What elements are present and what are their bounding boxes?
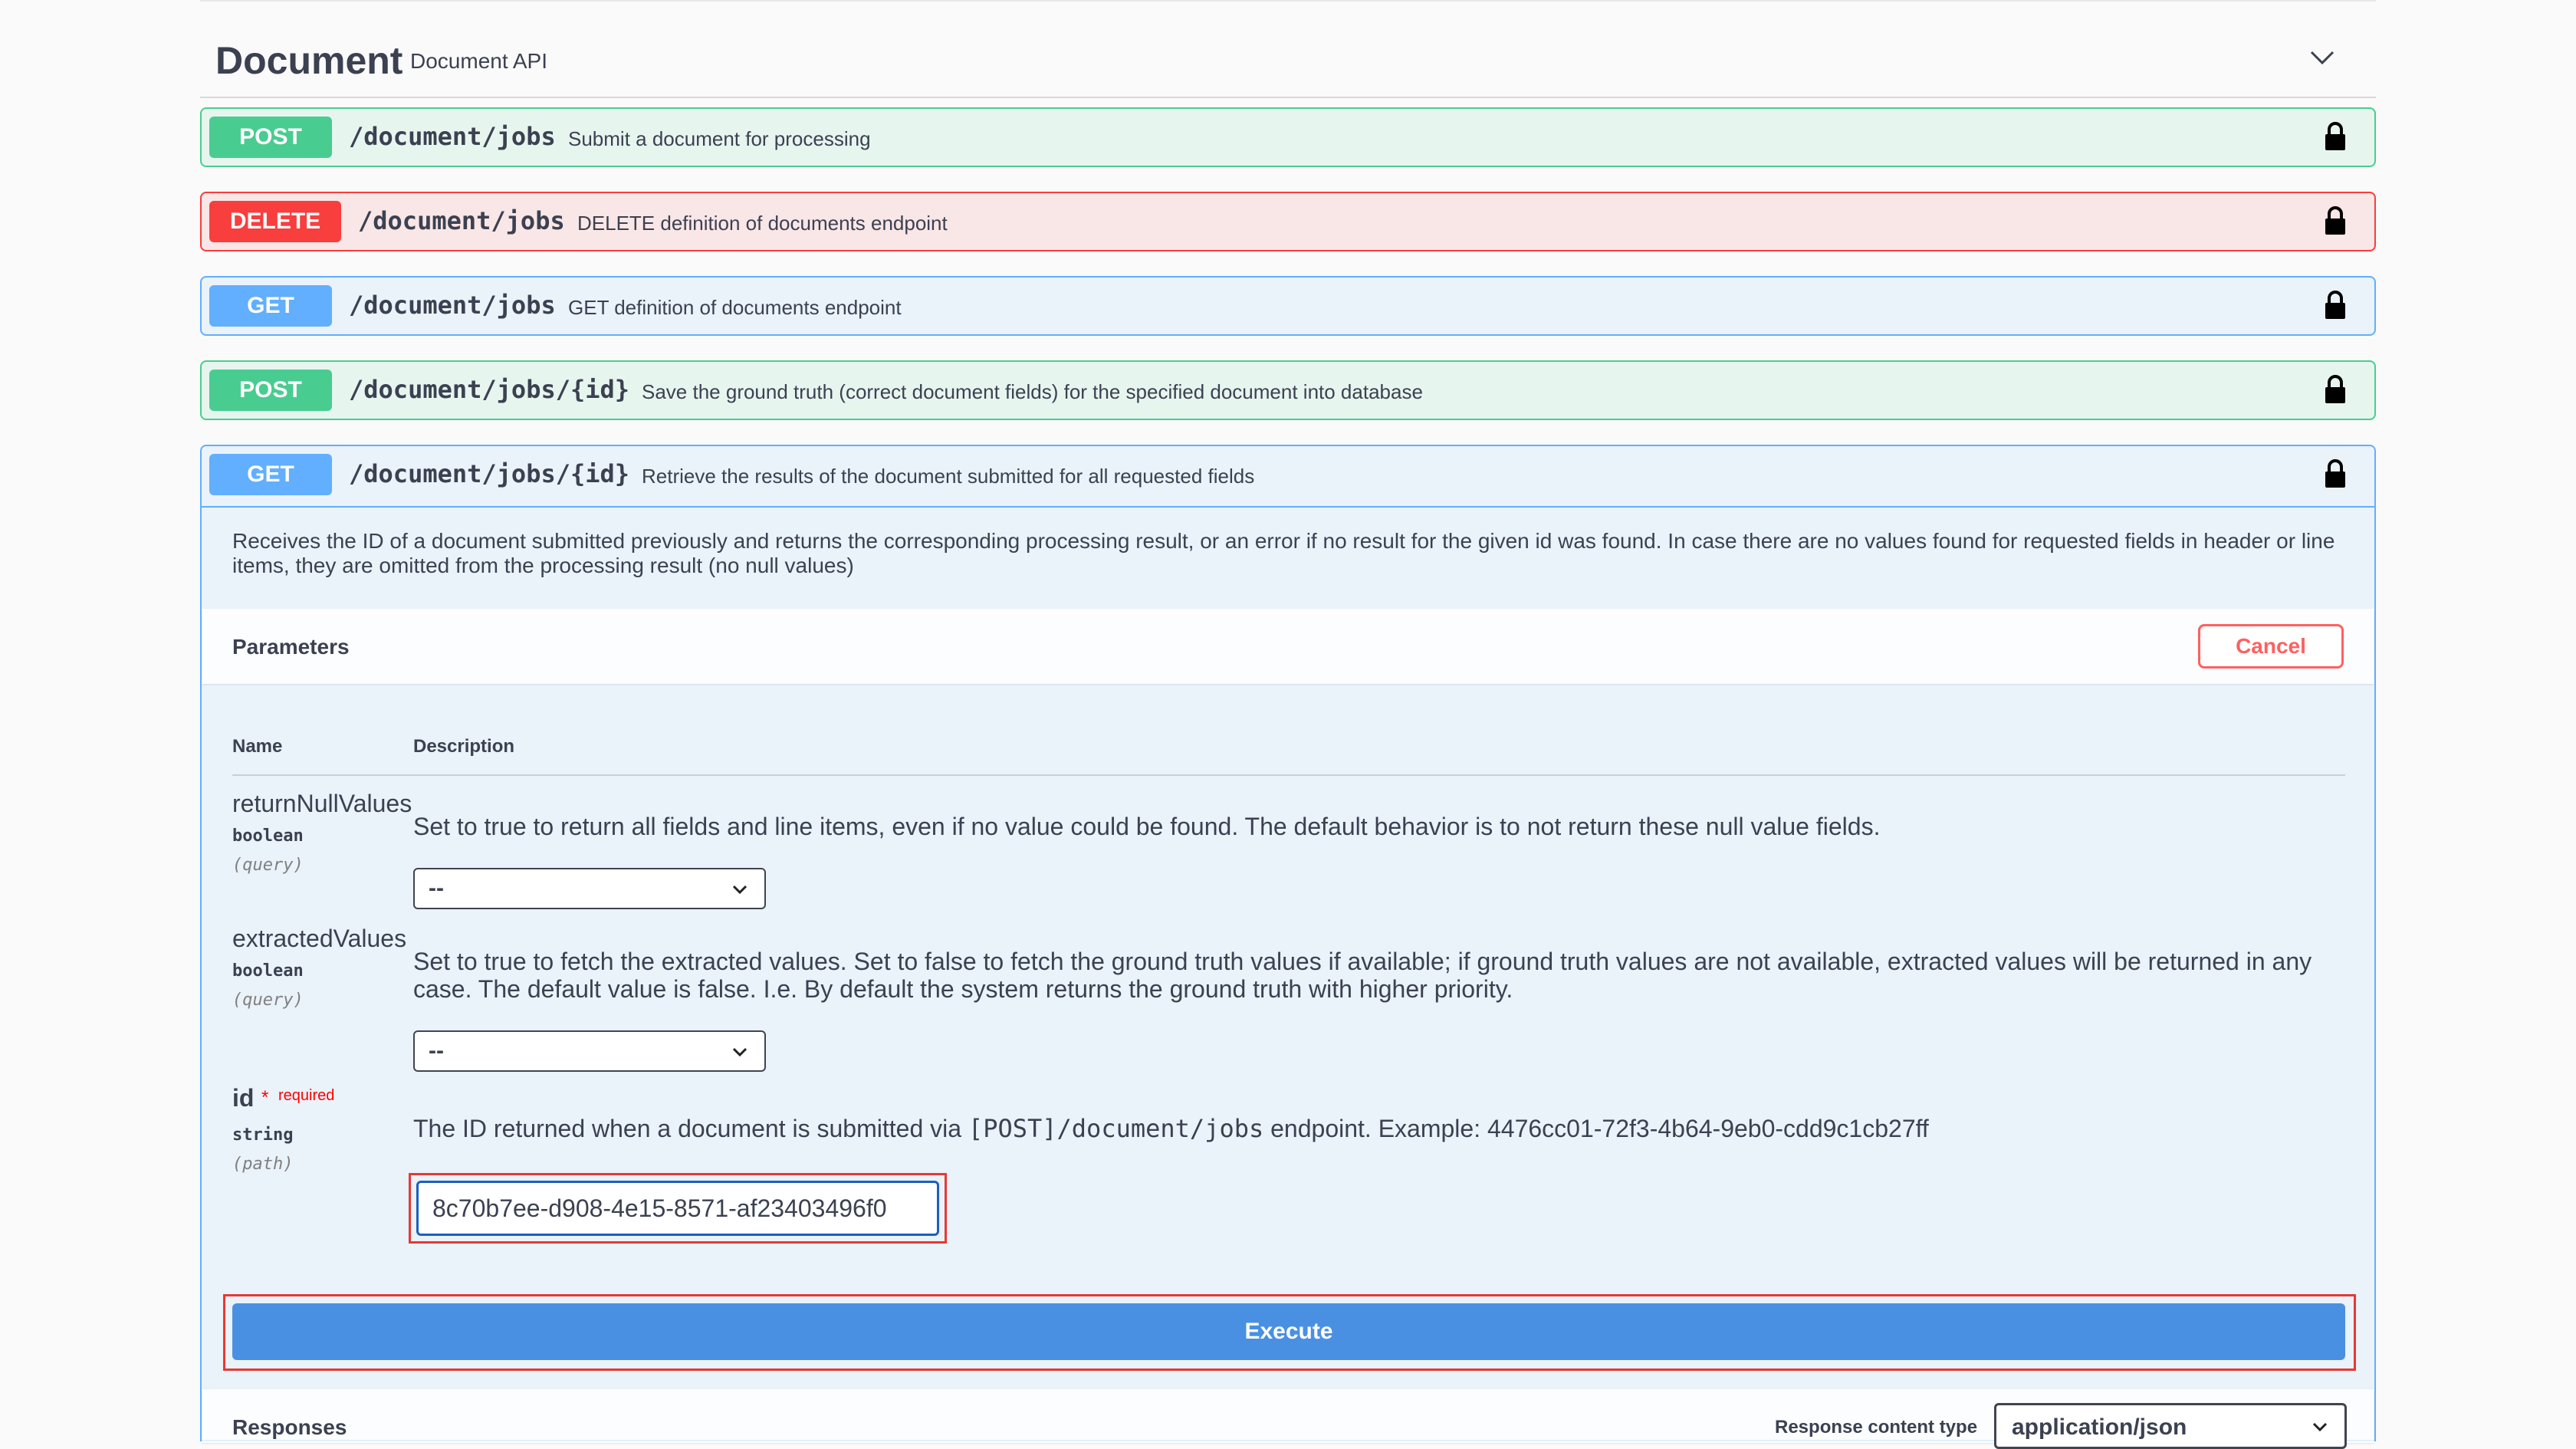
method-badge: DELETE [209,201,341,242]
param-description-text: The ID returned when a document is submi… [413,1115,968,1142]
operation-delete-document-jobs[interactable]: DELETE /document/jobs DELETE definition … [200,192,2376,251]
id-input[interactable]: 8c70b7ee-d908-4e15-8571-af23403496f0 [416,1181,939,1236]
parameters-bar: Parameters Cancel [202,609,2374,684]
select-value: -- [429,1038,444,1063]
operation-path: /document/jobs/{id} [349,375,630,404]
param-description: Set to true to return all fields and lin… [413,813,1881,840]
chevron-down-icon [732,1047,748,1057]
operation-path: /document/jobs [358,206,565,235]
param-location: (query) [232,991,304,1010]
param-description: Set to true to fetch the extracted value… [413,948,2312,1003]
extracted-values-select[interactable]: -- [413,1030,766,1072]
tag-description: Document API [410,49,547,73]
param-type: boolean [232,826,304,846]
param-type: boolean [232,961,304,981]
operation-summary: Submit a document for processing [568,127,871,150]
operation-post-document-jobs-id[interactable]: POST /document/jobs/{id} Save the ground… [200,360,2376,420]
column-header-description: Description [413,736,515,757]
lock-icon[interactable] [2324,458,2347,489]
operation-description: Receives the ID of a document submitted … [232,529,2335,577]
operation-path: /document/jobs [349,122,556,151]
param-name: id [232,1084,255,1112]
lock-icon[interactable] [2324,374,2347,405]
operation-summary: GET definition of documents endpoint [568,296,902,319]
lock-icon[interactable] [2324,290,2347,320]
operation-get-document-jobs[interactable]: GET /document/jobs GET definition of doc… [200,276,2376,336]
operation-path: /document/jobs [349,291,556,320]
method-badge: POST [209,370,332,411]
cancel-button[interactable]: Cancel [2198,624,2344,669]
operation-header[interactable]: GET /document/jobs/{id} Retrieve the res… [202,446,2374,508]
operation-path: /document/jobs/{id} [349,459,630,488]
return-null-values-select[interactable]: -- [413,868,766,909]
chevron-down-icon [2312,1422,2328,1432]
operation-get-document-jobs-id-expanded: GET /document/jobs/{id} Retrieve the res… [200,445,2376,1449]
responses-bar: Responses Response content type applicat… [202,1389,2374,1449]
tag-section-header[interactable]: Document Document API [200,2,2376,98]
select-value: -- [429,876,444,901]
param-description-code: [POST]/document/jobs [968,1114,1264,1143]
operation-summary: DELETE definition of documents endpoint [577,212,948,235]
column-header-name: Name [232,736,283,757]
param-name: returnNullValues [232,790,412,817]
responses-title: Responses [232,1415,347,1439]
response-content-type-label: Response content type [1775,1417,1978,1438]
select-value: application/json [2012,1414,2187,1440]
operation-post-document-jobs[interactable]: POST /document/jobs Submit a document fo… [200,107,2376,167]
required-label: required [278,1087,335,1104]
param-description: The ID returned when a document is submi… [413,1115,2345,1142]
parameters-title: Parameters [232,635,350,659]
operation-summary: Save the ground truth (correct document … [642,380,1423,403]
lock-icon[interactable] [2324,205,2347,236]
execute-button[interactable]: Execute [232,1303,2345,1360]
operation-summary: Retrieve the results of the document sub… [642,465,1255,488]
chevron-down-icon[interactable] [2307,43,2338,74]
param-location: (query) [232,856,304,875]
required-star: * [261,1087,269,1108]
param-description-text-end: endpoint. Example: 4476cc01-72f3-4b64-9e… [1263,1115,1929,1142]
method-badge: GET [209,454,332,495]
chevron-down-icon [732,885,748,895]
param-location: (path) [232,1155,294,1174]
param-type: string [232,1125,294,1145]
response-content-type-select[interactable]: application/json [1994,1403,2347,1449]
lock-icon[interactable] [2324,121,2347,152]
param-name: extractedValues [232,925,407,952]
tag-title: Document [215,39,403,82]
table-header-divider [232,774,2345,776]
method-badge: POST [209,117,332,158]
method-badge: GET [209,285,332,327]
